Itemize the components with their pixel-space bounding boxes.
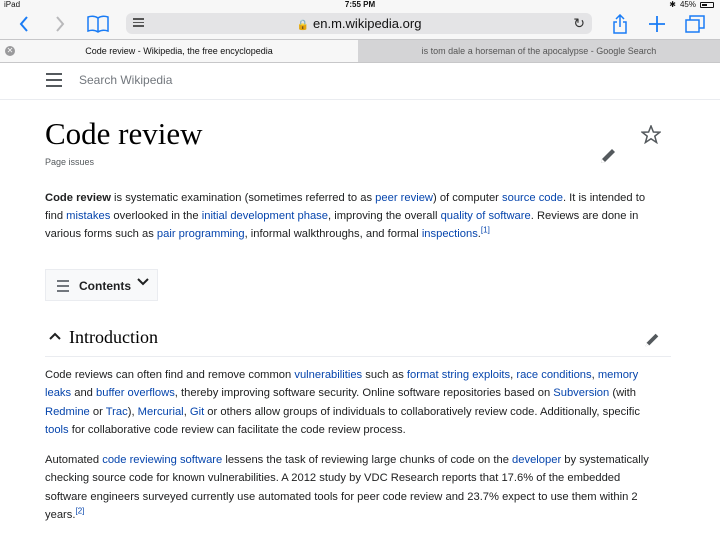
wiki-link[interactable]: peer review xyxy=(375,192,433,204)
wiki-link[interactable]: mistakes xyxy=(66,210,110,222)
new-tab-button[interactable] xyxy=(647,13,667,35)
text-run: ) of computer xyxy=(433,192,503,204)
tabs-overview-button[interactable] xyxy=(684,13,706,35)
text-run: for collaborative code review can facili… xyxy=(68,423,406,436)
tab-bar: ✕ Code review - Wikipedia, the free ency… xyxy=(0,39,720,63)
contents-toggle[interactable]: Contents xyxy=(45,269,158,301)
browser-toolbar: 🔒 en.m.wikipedia.org ↻ xyxy=(0,9,720,39)
lead-paragraph: Code review is systematic examination (s… xyxy=(45,189,665,243)
bookmarks-button[interactable] xyxy=(86,13,110,35)
text-run: such as xyxy=(362,369,407,381)
back-button[interactable] xyxy=(14,13,34,35)
wiki-link[interactable]: Trac xyxy=(106,406,128,418)
pencil-icon[interactable] xyxy=(598,146,618,171)
chevron-down-icon xyxy=(137,276,149,290)
text-run: (with xyxy=(609,387,636,400)
list-icon xyxy=(57,280,69,295)
bold-term: Code review xyxy=(45,192,111,204)
search-input[interactable]: Search Wikipedia xyxy=(79,73,172,87)
tab-title: Code review - Wikipedia, the free encycl… xyxy=(85,46,273,56)
tab-code-review[interactable]: ✕ Code review - Wikipedia, the free ency… xyxy=(0,40,358,62)
text-run: is systematic examination (sometimes ref… xyxy=(110,192,376,204)
text-run: , informal walkthroughs, and formal xyxy=(244,228,422,240)
forward-button[interactable] xyxy=(50,13,70,35)
wiki-link[interactable]: inspections xyxy=(422,228,478,240)
intro-paragraph-1: Code reviews can often find and remove c… xyxy=(45,366,665,439)
status-time: 7:55 PM xyxy=(344,0,376,9)
intro-paragraph-2: Automated code reviewing software lessen… xyxy=(45,451,665,524)
bluetooth-icon: ✱ xyxy=(669,0,676,9)
wiki-link[interactable]: race conditions xyxy=(516,369,591,381)
wiki-link[interactable]: pair programming xyxy=(157,228,245,240)
section-heading-introduction[interactable]: Introduction xyxy=(45,322,671,357)
text-run: lessens the task of reviewing large chun… xyxy=(222,454,513,466)
wiki-link[interactable]: quality of software xyxy=(441,210,531,222)
menu-icon[interactable] xyxy=(46,73,62,91)
address-bar[interactable]: 🔒 en.m.wikipedia.org ↻ xyxy=(126,13,592,34)
wiki-link[interactable]: tools xyxy=(45,424,69,436)
tab-title: is tom dale a horseman of the apocalypse… xyxy=(421,46,657,56)
status-bar: iPad 7:55 PM ✱ 45% xyxy=(0,0,720,9)
text-run: ), xyxy=(127,405,138,418)
star-icon[interactable] xyxy=(640,123,662,149)
tab-google-search[interactable]: is tom dale a horseman of the apocalypse… xyxy=(358,40,720,62)
wiki-link[interactable]: [1] xyxy=(481,225,490,234)
wiki-link[interactable]: format string exploits xyxy=(407,369,510,381)
section-title: Introduction xyxy=(69,327,158,347)
battery-percent: 45% xyxy=(679,0,696,9)
lock-icon: 🔒 xyxy=(296,20,310,31)
wiki-link[interactable]: Redmine xyxy=(45,406,90,418)
wiki-header: Search Wikipedia xyxy=(0,63,720,100)
reload-icon[interactable]: ↻ xyxy=(573,15,585,32)
page-issues-link[interactable]: Page issues xyxy=(45,157,94,167)
page-title: Code review xyxy=(45,116,203,151)
text-run: , improving the overall xyxy=(328,210,441,222)
text-run: , thereby improving software security. O… xyxy=(174,387,554,400)
contents-label: Contents xyxy=(79,279,131,293)
wiki-link[interactable]: Mercurial xyxy=(138,406,184,418)
wiki-link[interactable]: Subversion xyxy=(553,387,609,399)
chevron-up-icon xyxy=(49,328,61,344)
share-button[interactable] xyxy=(610,13,630,35)
wiki-link[interactable]: vulnerabilities xyxy=(294,369,362,381)
wiki-link[interactable]: Git xyxy=(190,406,204,418)
wiki-link[interactable]: [2] xyxy=(75,506,84,515)
wiki-link[interactable]: initial development phase xyxy=(202,210,328,222)
url-text: en.m.wikipedia.org xyxy=(313,16,422,31)
text-run: Code reviews can often find and remove c… xyxy=(45,369,295,381)
text-run: Automated xyxy=(45,454,103,466)
wiki-link[interactable]: code reviewing software xyxy=(102,454,222,466)
text-run: or others allow groups of individuals to… xyxy=(204,405,640,418)
close-tab-icon[interactable]: ✕ xyxy=(5,46,15,56)
battery-icon xyxy=(700,1,714,8)
text-run: and xyxy=(71,387,97,400)
status-right: ✱ 45% xyxy=(669,0,714,9)
pencil-icon[interactable] xyxy=(643,331,661,354)
text-run: overlooked in the xyxy=(110,210,202,222)
wiki-link[interactable]: source code xyxy=(502,192,563,204)
text-run: or xyxy=(89,405,106,418)
wiki-link[interactable]: developer xyxy=(512,454,561,466)
wiki-link[interactable]: buffer overflows xyxy=(96,387,175,399)
